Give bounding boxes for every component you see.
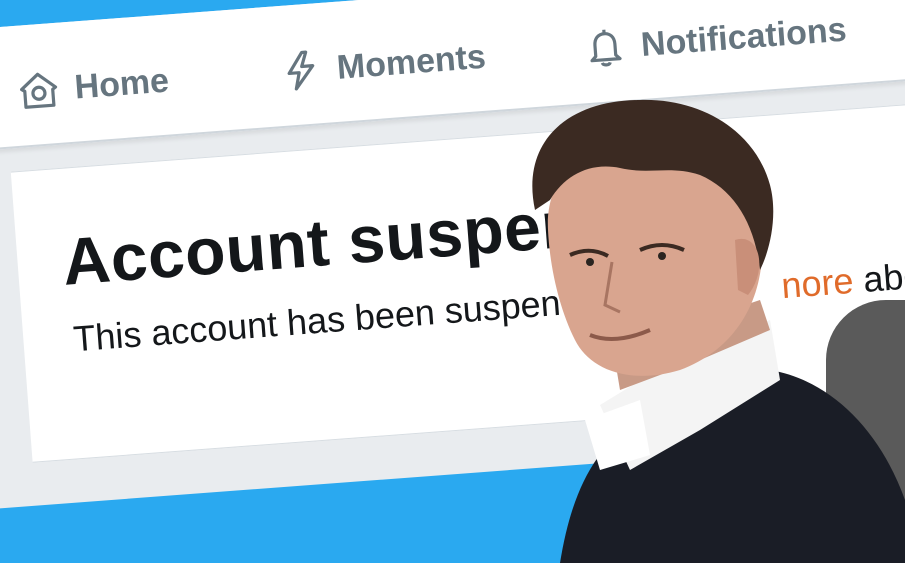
screenshot-stage: Home Moments Notifications Account suspe… — [0, 0, 905, 563]
person-photo — [532, 99, 905, 563]
